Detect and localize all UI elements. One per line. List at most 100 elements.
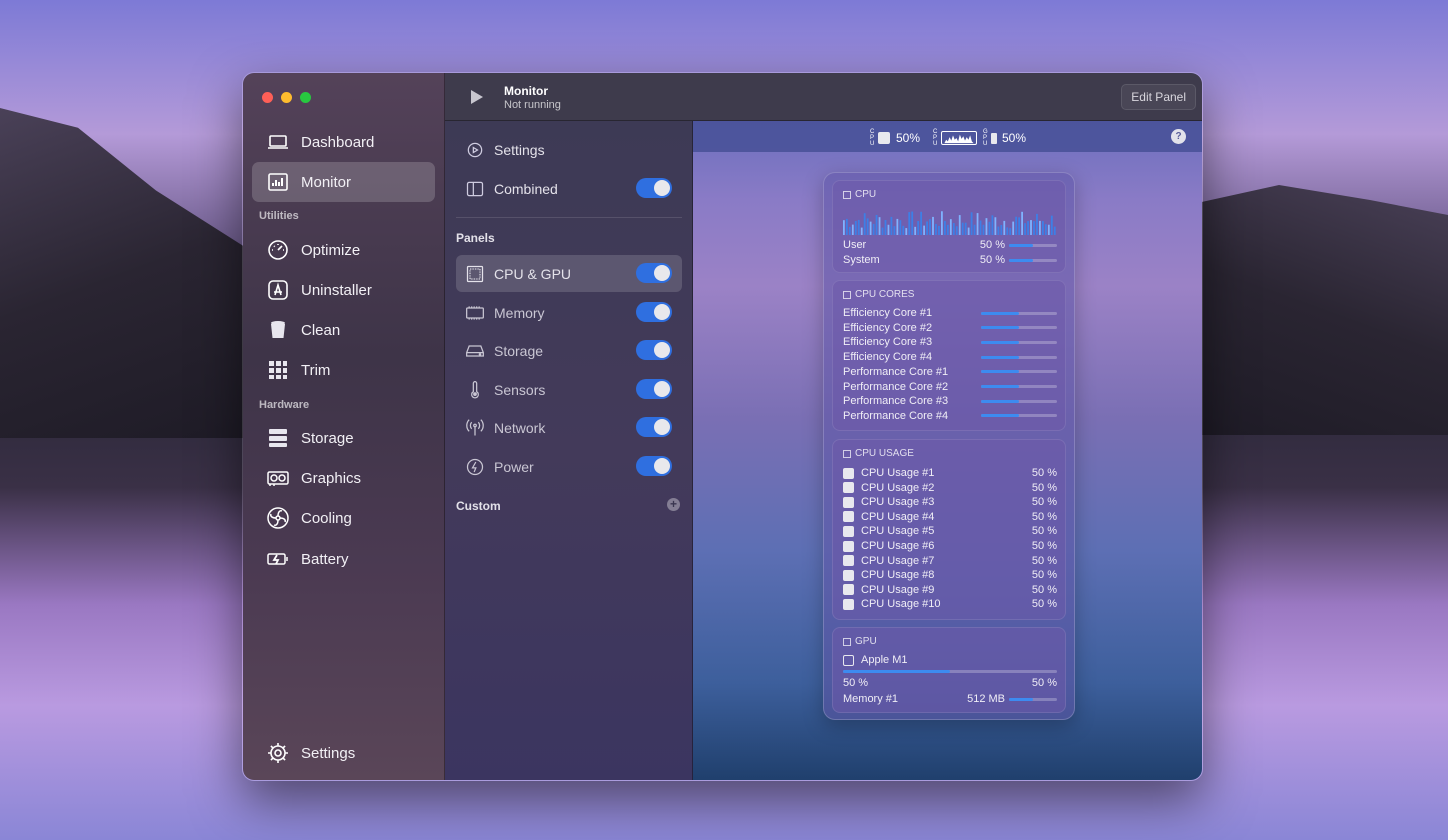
cpu-history-bar xyxy=(923,225,925,235)
drive-icon xyxy=(464,340,486,362)
cpu-user-value: 50 % xyxy=(979,239,1005,251)
close-window-button[interactable] xyxy=(262,92,273,103)
cpu-history-bar xyxy=(893,226,896,235)
panel-label: CPU & GPU xyxy=(494,265,572,282)
cpu-core-row: Efficiency Core #3 xyxy=(843,335,1057,349)
cpu-usage-checkbox[interactable] xyxy=(843,467,854,479)
sidebar-item-storage[interactable]: Storage xyxy=(252,418,435,458)
play-icon[interactable] xyxy=(471,90,483,104)
panel-toggle-power[interactable] xyxy=(636,456,672,476)
cpu-history-bar xyxy=(991,215,994,235)
add-custom-icon[interactable]: + xyxy=(667,498,680,511)
cpu-usage-checkbox[interactable] xyxy=(843,482,854,494)
panel-row-memory[interactable]: Memory xyxy=(456,294,682,331)
cpu-history-bar xyxy=(941,211,943,235)
sidebar-item-uninstaller[interactable]: Uninstaller xyxy=(252,270,435,310)
window-controls xyxy=(262,92,311,103)
sidebar-item-label: Settings xyxy=(301,744,356,762)
middle-settings-item[interactable]: Settings xyxy=(456,131,682,168)
gpu-memory-bar xyxy=(1009,697,1057,701)
sidebar-item-clean[interactable]: Clean xyxy=(252,310,435,350)
bar-fill xyxy=(843,670,950,673)
gpu-device-row: Apple M1 xyxy=(843,653,1057,667)
panel-toggle-sensors[interactable] xyxy=(636,379,672,399)
cpu-history-bar xyxy=(979,220,982,235)
cpu-usage-checkbox[interactable] xyxy=(843,598,854,610)
cpu-usage-checkbox[interactable] xyxy=(843,569,854,581)
sidebar-item-monitor[interactable]: Monitor xyxy=(252,162,435,202)
panel-toggle-network[interactable] xyxy=(636,417,672,437)
sidebar-item-cooling[interactable]: Cooling xyxy=(252,498,435,538)
gpu-card-icon xyxy=(265,465,291,491)
cpu-history-bar xyxy=(1047,224,1050,235)
sidebar-item-trim[interactable]: Trim xyxy=(252,350,435,390)
cpu-usage-checkbox[interactable] xyxy=(843,511,854,523)
app-store-icon xyxy=(265,277,291,303)
cpu-history-bar xyxy=(857,219,860,235)
cpu-history-bar xyxy=(1012,221,1015,235)
cpu-usage-checkbox[interactable] xyxy=(843,496,854,508)
minimize-window-button[interactable] xyxy=(281,92,292,103)
sidebar-item-settings[interactable]: Settings xyxy=(252,733,435,773)
cpu-system-label: System xyxy=(843,254,880,266)
panel-toggle-cpu-gpu[interactable] xyxy=(636,263,672,283)
cpu-usage-checkbox[interactable] xyxy=(843,555,854,567)
cpu-core-label: Performance Core #4 xyxy=(843,409,949,422)
cpu-usage-checkbox[interactable] xyxy=(843,525,854,537)
panel-label: Storage xyxy=(494,342,544,359)
cpu-usage-label: CPU Usage #7 xyxy=(861,554,935,567)
cpu-usage-label: CPU Usage #6 xyxy=(861,540,935,552)
bar-fill xyxy=(981,311,1019,315)
cpu-usage-checkbox[interactable] xyxy=(843,584,854,596)
panel-row-storage[interactable]: Storage xyxy=(456,332,682,369)
cpu-history-bar xyxy=(863,213,866,235)
cpu-history-bar xyxy=(845,218,848,235)
custom-heading: Custom xyxy=(456,499,501,513)
cpu-system-row: System 50 % xyxy=(843,253,1057,267)
sidebar-item-dashboard[interactable]: Dashboard xyxy=(252,122,435,162)
sidebar-item-optimize[interactable]: Optimize xyxy=(252,230,435,270)
cpu-usage-value: 50 % xyxy=(1031,583,1057,596)
cpu-system-bar xyxy=(1009,258,1057,262)
bar-fill xyxy=(981,385,1019,388)
monitor-panel-preview: CPU User 50 % System 50 % CPU CORES Effi… xyxy=(823,172,1075,720)
cpu-usage-row: CPU Usage #1 50 % xyxy=(843,466,1057,480)
cpu-history-bar xyxy=(843,220,845,235)
cpu-history-bar xyxy=(932,216,934,235)
cpu-history-bar xyxy=(875,214,878,235)
cpu-user-row: User 50 % xyxy=(843,238,1057,252)
cpu-history-bar xyxy=(860,227,863,235)
panel-row-sensors[interactable]: Sensors xyxy=(456,371,682,408)
cpu-usage-value: 50 % xyxy=(1031,569,1057,582)
cpu-cores-card-title: CPU CORES xyxy=(843,289,914,300)
cpu-usage-title-text: CPU USAGE xyxy=(855,448,914,459)
cpu-usage-value: 50 % xyxy=(1031,525,1057,538)
sidebar-item-graphics[interactable]: Graphics xyxy=(252,458,435,498)
cpu-usage-checkbox[interactable] xyxy=(843,540,854,552)
edit-panel-button[interactable]: Edit Panel xyxy=(1121,84,1196,110)
cpu-history-bar xyxy=(902,225,905,235)
zoom-window-button[interactable] xyxy=(300,92,311,103)
panel-label: Sensors xyxy=(494,381,546,398)
divider xyxy=(456,217,682,218)
cpu-history-bar xyxy=(887,224,890,235)
sidebar-item-label: Graphics xyxy=(301,469,362,487)
panel-toggle-storage[interactable] xyxy=(636,340,672,360)
cpu-usage-icon xyxy=(843,449,851,458)
panel-row-network[interactable]: Network xyxy=(456,409,682,446)
toolbar-status: Not running xyxy=(504,99,561,111)
cpu-history-bar xyxy=(943,220,946,235)
menubar-gpu-value: 50% xyxy=(1002,131,1027,145)
panel-row-power[interactable]: Power xyxy=(456,448,682,485)
cpu-core-row: Efficiency Core #2 xyxy=(843,321,1057,335)
panel-row-cpu-gpu[interactable]: CPU & GPU xyxy=(456,255,682,292)
cpu-history-bar xyxy=(1006,227,1009,235)
cpu-history-bar xyxy=(952,223,955,235)
gpu-memory-label: Memory #1 xyxy=(843,693,899,705)
help-icon[interactable]: ? xyxy=(1171,129,1186,144)
cpu-usage-row: CPU Usage #9 50 % xyxy=(843,583,1057,597)
combined-toggle[interactable] xyxy=(636,178,672,198)
sidebar-item-battery[interactable]: Battery xyxy=(252,539,435,579)
panel-toggle-memory[interactable] xyxy=(636,302,672,322)
cpu-history-bar xyxy=(881,227,884,235)
